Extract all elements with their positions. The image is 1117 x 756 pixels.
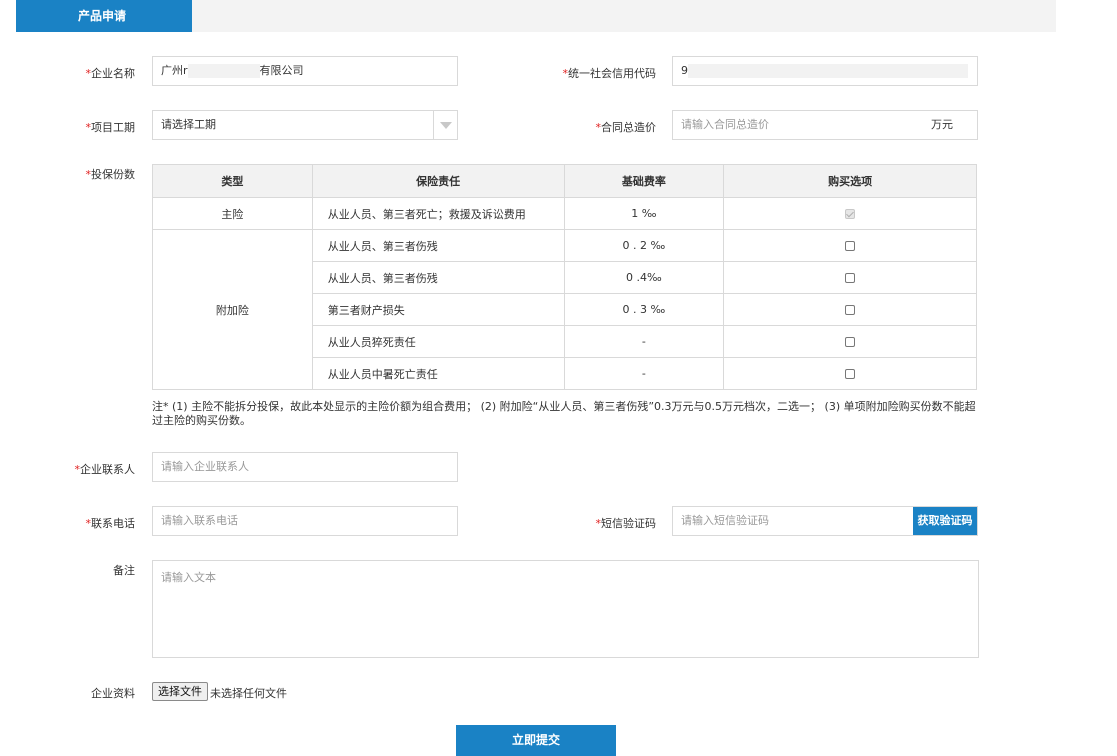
- sms-code-label: *短信验证码: [595, 517, 657, 530]
- purchase-cell: [723, 197, 977, 230]
- redacted-block: [688, 64, 968, 78]
- purchase-cell: [723, 261, 977, 294]
- purchase-cell: [723, 293, 977, 326]
- purchase-checkbox[interactable]: [845, 369, 856, 379]
- sms-code-input[interactable]: 请输入短信验证码 获取验证码: [672, 506, 978, 536]
- liability-cell: 从业人员中暑死亡责任: [311, 357, 565, 390]
- table-row: 主险 从业人员、第三者死亡；救援及诉讼费用 1 ‰: [152, 197, 977, 230]
- table-row: 附加险 从业人员、第三者伤残 0 . 2 ‰: [152, 229, 977, 390]
- insurance-note: 注* (1) 主险不能拆分投保，故此本处显示的主险价额为组合费用； (2) 附加…: [152, 400, 976, 427]
- purchase-checkbox[interactable]: [845, 273, 856, 283]
- rate-cell: -: [563, 325, 725, 358]
- rate-cell: -: [563, 357, 725, 390]
- rate-cell: 1 ‰: [563, 197, 725, 230]
- purchase-checkbox[interactable]: [845, 337, 856, 347]
- tab-product-application[interactable]: 产品申请: [16, 0, 192, 32]
- choose-file-button[interactable]: 选择文件: [152, 682, 208, 701]
- contract-price-label: *合同总造价: [595, 121, 657, 134]
- purchase-cell: [723, 357, 977, 390]
- liability-cell: 从业人员、第三者伤残: [311, 261, 565, 294]
- liability-cell: 从业人员、第三者死亡；救援及诉讼费用: [311, 197, 565, 230]
- get-sms-code-button[interactable]: 获取验证码: [913, 507, 977, 535]
- submit-button[interactable]: 立即提交: [456, 725, 616, 756]
- table-header-row: 类型 保险责任 基础费率 购买选项: [152, 164, 977, 198]
- type-cell-main: 主险: [152, 197, 313, 230]
- credit-code-input[interactable]: 9: [672, 56, 978, 86]
- phone-input[interactable]: 请输入联系电话: [152, 506, 458, 536]
- column-header-type: 类型: [152, 164, 313, 198]
- rate-cell: 0 . 2 ‰: [563, 229, 725, 262]
- phone-label: *联系电话: [85, 517, 136, 530]
- documents-label: 企业资料: [91, 687, 135, 700]
- purchase-checkbox[interactable]: [845, 305, 856, 315]
- company-name-input[interactable]: 广州r 有限公司: [152, 56, 458, 86]
- chevron-down-icon[interactable]: [433, 111, 457, 139]
- column-header-rate: 基础费率: [563, 164, 725, 198]
- project-period-select[interactable]: 请选择工期: [152, 110, 458, 140]
- contact-input[interactable]: 请输入企业联系人: [152, 452, 458, 482]
- redacted-block: [187, 64, 260, 78]
- column-header-liability: 保险责任: [311, 164, 565, 198]
- file-status-text: 未选择任何文件: [210, 687, 287, 700]
- rate-cell: 0 .4‰: [563, 261, 725, 294]
- unit-label: 万元: [931, 118, 953, 131]
- project-period-label: *项目工期: [85, 121, 136, 134]
- liability-cell: 从业人员猝死责任: [311, 325, 565, 358]
- rate-cell: 0 . 3 ‰: [563, 293, 725, 326]
- purchase-cell: [723, 229, 977, 262]
- remark-label: 备注: [113, 564, 135, 577]
- company-name-label: *企业名称: [85, 67, 136, 80]
- top-tab-bar: 产品申请: [16, 0, 1056, 32]
- purchase-cell: [723, 325, 977, 358]
- insurance-count-label: *投保份数: [85, 168, 136, 181]
- contract-price-input[interactable]: 请输入合同总造价 万元: [672, 110, 978, 140]
- credit-code-label: *统一社会信用代码: [562, 67, 657, 80]
- column-header-purchase: 购买选项: [723, 164, 977, 198]
- contact-label: *企业联系人: [74, 463, 136, 476]
- liability-cell: 从业人员、第三者伤残: [311, 229, 565, 262]
- purchase-checkbox[interactable]: [845, 241, 856, 251]
- insurance-table: 类型 保险责任 基础费率 购买选项 主险 从业人员、第三者死亡；救援及诉讼费用 …: [152, 164, 977, 390]
- remark-textarea[interactable]: 请输入文本: [152, 560, 979, 658]
- type-cell-addon: 附加险: [152, 229, 313, 390]
- purchase-checkbox-main: [845, 209, 856, 219]
- liability-cell: 第三者财产损失: [311, 293, 565, 326]
